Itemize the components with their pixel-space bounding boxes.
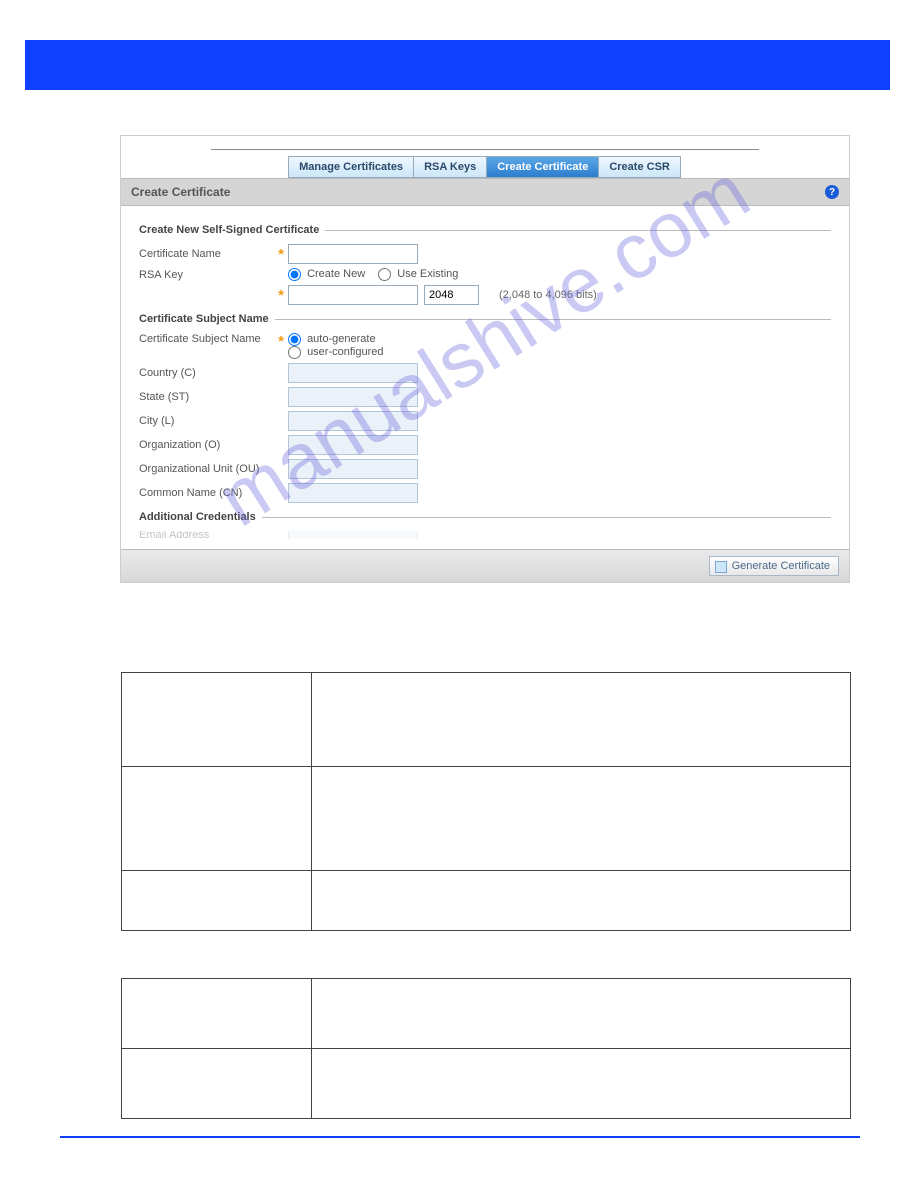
- info-table-2: [121, 978, 851, 1119]
- cn-input[interactable]: [288, 483, 418, 503]
- required-star: *: [274, 246, 288, 263]
- header-blue-band: [25, 40, 890, 90]
- divider: [325, 230, 831, 231]
- tab-create-certificate[interactable]: Create Certificate: [486, 156, 599, 178]
- group-new-cert: Create New Self-Signed Certificate: [139, 224, 831, 236]
- label-cert-name: Certificate Name: [139, 248, 274, 260]
- radio-user-configured[interactable]: [288, 346, 301, 359]
- group-subject-label: Certificate Subject Name: [139, 313, 269, 325]
- radio-create-new-label: Create New: [307, 268, 365, 280]
- divider: [275, 319, 831, 320]
- ou-input[interactable]: [288, 459, 418, 479]
- email-input[interactable]: [288, 531, 418, 539]
- label-org: Organization (O): [139, 439, 274, 451]
- radio-auto-generate-wrap[interactable]: auto-generate: [288, 333, 376, 345]
- radio-create-new-wrap[interactable]: Create New: [288, 268, 368, 280]
- footer-bar: Generate Certificate: [121, 549, 849, 582]
- info-table-1: [121, 672, 851, 931]
- tab-create-csr[interactable]: Create CSR: [598, 156, 681, 178]
- tab-rsa-keys[interactable]: RSA Keys: [413, 156, 487, 178]
- label-cn: Common Name (CN): [139, 487, 274, 499]
- radio-use-existing-wrap[interactable]: Use Existing: [378, 268, 458, 280]
- radio-use-existing-label: Use Existing: [397, 268, 458, 280]
- label-subject-name: Certificate Subject Name: [139, 333, 274, 345]
- org-input[interactable]: [288, 435, 418, 455]
- state-input[interactable]: [288, 387, 418, 407]
- group-additional: Additional Credentials: [139, 511, 831, 523]
- cert-name-input[interactable]: [288, 244, 418, 264]
- radio-create-new[interactable]: [288, 268, 301, 281]
- form-content: Create New Self-Signed Certificate Certi…: [121, 206, 849, 549]
- tab-manage-certificates[interactable]: Manage Certificates: [288, 156, 414, 178]
- label-email: Email Address: [139, 531, 274, 539]
- radio-auto-generate[interactable]: [288, 333, 301, 346]
- section-bar: Create Certificate ?: [121, 178, 849, 206]
- label-state: State (ST): [139, 391, 274, 403]
- required-star: *: [274, 287, 288, 304]
- required-star: *: [274, 333, 288, 350]
- radio-use-existing[interactable]: [378, 268, 391, 281]
- city-input[interactable]: [288, 411, 418, 431]
- group-new-cert-label: Create New Self-Signed Certificate: [139, 224, 319, 236]
- country-input[interactable]: [288, 363, 418, 383]
- bits-hint: (2,048 to 4,096 bits): [499, 289, 597, 301]
- group-additional-label: Additional Credentials: [139, 511, 256, 523]
- group-subject: Certificate Subject Name: [139, 313, 831, 325]
- tab-row: Manage Certificates RSA Keys Create Cert…: [121, 150, 849, 178]
- radio-user-configured-label: user-configured: [307, 346, 383, 358]
- label-ou: Organizational Unit (OU): [139, 463, 274, 475]
- label-rsa-key: RSA Key: [139, 269, 274, 281]
- help-icon[interactable]: ?: [825, 185, 839, 199]
- section-title: Create Certificate: [131, 185, 230, 199]
- certificate-app-frame: Manage Certificates RSA Keys Create Cert…: [120, 135, 850, 583]
- footer-rule: [60, 1136, 860, 1138]
- divider: [262, 517, 831, 518]
- label-city: City (L): [139, 415, 274, 427]
- rsa-name-input[interactable]: [288, 285, 418, 305]
- generate-certificate-button[interactable]: Generate Certificate: [709, 556, 839, 576]
- radio-auto-generate-label: auto-generate: [307, 333, 376, 345]
- radio-user-configured-wrap[interactable]: user-configured: [288, 346, 384, 358]
- top-rule: [211, 136, 759, 150]
- rsa-bits-input[interactable]: [424, 285, 479, 305]
- label-country: Country (C): [139, 367, 274, 379]
